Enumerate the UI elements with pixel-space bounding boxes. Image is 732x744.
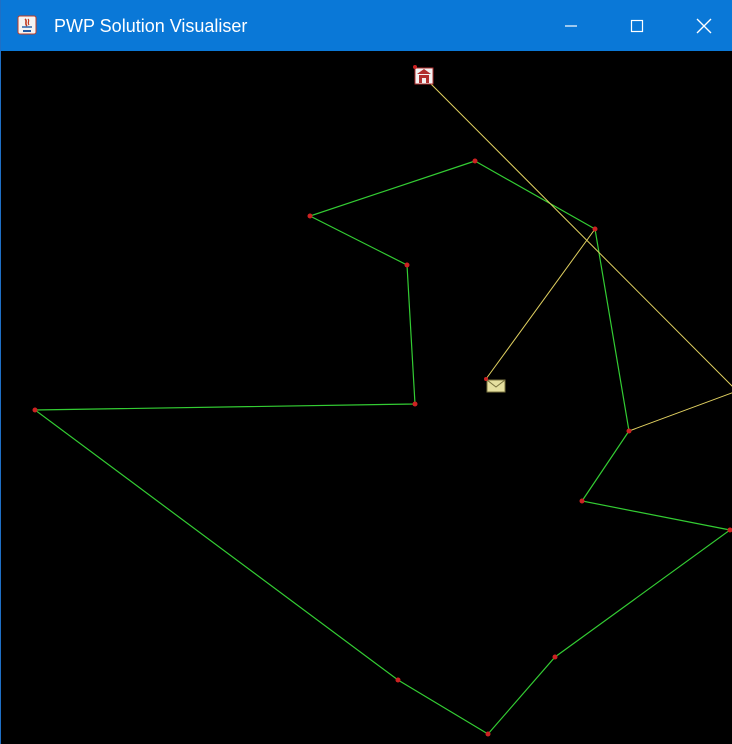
route-node	[307, 213, 313, 219]
title-bar[interactable]: PWP Solution Visualiser	[1, 0, 732, 51]
route-path	[33, 160, 732, 735]
route-node	[412, 401, 418, 407]
route-node	[552, 654, 558, 660]
route-node	[472, 158, 478, 164]
close-icon	[696, 18, 712, 33]
mail-envelope-icon	[484, 377, 506, 393]
visualiser-canvas[interactable]	[10, 51, 732, 744]
app-window: PWP Solution Visualiser	[0, 0, 732, 744]
java-app-icon	[17, 15, 37, 35]
minimize-icon	[565, 24, 577, 27]
depot-icon	[413, 65, 434, 85]
route-node	[592, 226, 598, 232]
minimize-button[interactable]	[539, 0, 603, 51]
maximize-button[interactable]	[605, 0, 669, 51]
window-title: PWP Solution Visualiser	[54, 16, 248, 36]
route-node	[626, 428, 632, 434]
route-node	[395, 677, 401, 683]
route-node	[404, 262, 410, 268]
close-button[interactable]	[672, 0, 732, 51]
route-node	[32, 407, 38, 413]
route-node	[579, 498, 585, 504]
maximize-icon	[630, 19, 644, 32]
route-plot	[32, 65, 732, 737]
connector-path-2	[485, 228, 596, 380]
connector-path	[427, 80, 732, 432]
route-nodes	[32, 158, 732, 737]
route-node	[485, 731, 491, 737]
